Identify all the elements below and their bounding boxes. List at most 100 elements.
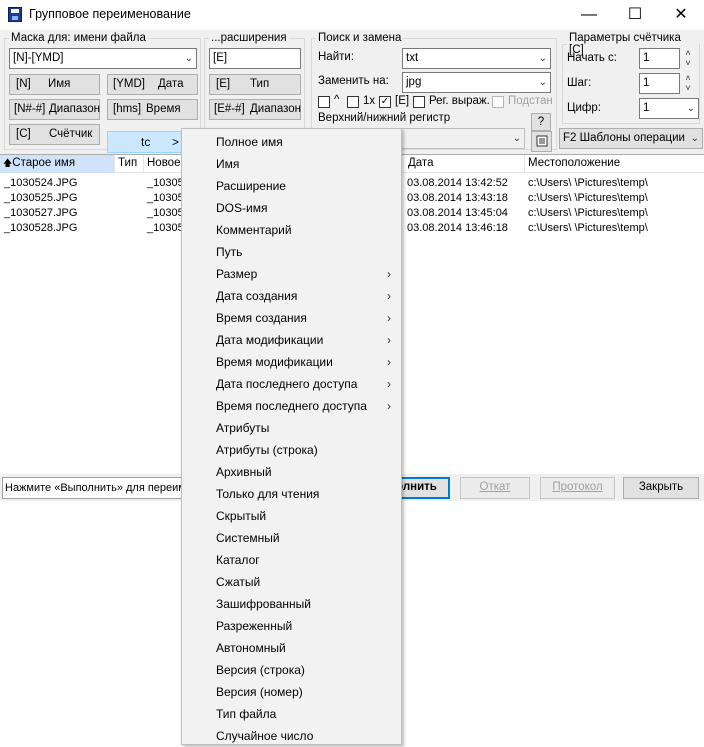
menu-item[interactable]: Время последнего доступа › <box>182 395 401 417</box>
submenu-arrow-icon: › <box>387 377 391 391</box>
help-icon: ? <box>537 116 545 128</box>
menu-item[interactable]: Размер › <box>182 263 401 285</box>
title-bar: Групповое переименование — ☐ ✕ <box>0 0 704 30</box>
table-row[interactable]: _1030525.JPG <box>4 191 77 206</box>
insert-name-label: Имя <box>48 78 71 90</box>
counter-start-input[interactable]: 1 <box>639 48 680 69</box>
column-new-name-label: Новое <box>147 157 181 169</box>
menu-item[interactable]: Имя <box>182 153 401 175</box>
chevron-down-icon[interactable]: ⌄ <box>691 129 699 148</box>
menu-item[interactable]: Время создания › <box>182 307 401 329</box>
menu-item[interactable]: Случайное число <box>182 725 401 747</box>
replace-combo[interactable]: jpg ⌄ <box>402 72 551 93</box>
chevron-down-icon[interactable]: ⌄ <box>513 129 521 148</box>
table-row[interactable]: _1030524.JPG <box>4 176 77 191</box>
extension-mask-legend: ...расширения <box>211 32 287 44</box>
menu-item[interactable]: Версия (номер) <box>182 681 401 703</box>
menu-item[interactable]: Дата создания › <box>182 285 401 307</box>
spin-icon[interactable]: ˄ ˅ <box>683 48 693 68</box>
substitute-checkbox[interactable] <box>492 96 504 108</box>
plugin-fields-button[interactable]: tc > <box>107 131 182 153</box>
row-date: 03.08.2014 13:43:18 <box>407 192 508 204</box>
table-row[interactable]: _1030527.JPG <box>4 206 77 221</box>
counter-digits-label: Цифр: <box>567 102 601 114</box>
menu-item[interactable]: Зашифрованный <box>182 593 401 615</box>
column-location[interactable]: Местоположение <box>525 155 704 173</box>
regex-label: Рег. выраж. <box>429 95 490 107</box>
menu-item[interactable]: Версия (строка) <box>182 659 401 681</box>
templates-icon-button[interactable] <box>531 131 552 152</box>
menu-item[interactable]: Атрибуты (строка) <box>182 439 401 461</box>
counter-digits-combo[interactable]: 1 ⌄ <box>639 98 699 119</box>
menu-item-label: Автономный <box>216 641 286 655</box>
regex-checkbox[interactable] <box>413 96 425 108</box>
spin-icon[interactable]: ˄ ˅ <box>683 73 693 93</box>
menu-item[interactable]: Каталог <box>182 549 401 571</box>
insert-ext-button[interactable]: [E] Тип <box>209 74 301 95</box>
column-date[interactable]: Дата <box>405 155 525 173</box>
menu-item[interactable]: Только для чтения <box>182 483 401 505</box>
menu-item[interactable]: Автономный <box>182 637 401 659</box>
find-combo[interactable]: txt ⌄ <box>402 48 551 69</box>
menu-item-label: Только для чтения <box>216 487 320 501</box>
column-type[interactable]: Тип <box>115 155 144 173</box>
counter-step-label: Шаг: <box>567 77 592 89</box>
menu-item[interactable]: Полное имя <box>182 131 401 153</box>
insert-date-code: [YMD] <box>113 78 145 90</box>
menu-item[interactable]: Скрытый <box>182 505 401 527</box>
menu-item[interactable]: Атрибуты <box>182 417 401 439</box>
close-window-button[interactable]: ✕ <box>658 0 704 30</box>
row-location: c:\Users\ \Pictures\temp\ <box>528 177 648 189</box>
insert-ext-range-button[interactable]: [E#-#] Диапазон <box>209 99 301 120</box>
insert-time-label: Время <box>146 103 181 115</box>
menu-item[interactable]: Путь <box>182 241 401 263</box>
caret-checkbox[interactable] <box>318 96 330 108</box>
chevron-down-icon[interactable]: ⌄ <box>687 99 695 118</box>
menu-item[interactable]: Разреженный <box>182 615 401 637</box>
insert-counter-button[interactable]: [C] Счётчик <box>9 124 100 145</box>
maximize-button[interactable]: ☐ <box>612 0 658 30</box>
templates-combo[interactable]: F2 Шаблоны операции ⌄ <box>559 128 703 149</box>
insert-range-button[interactable]: [N#-#] Диапазон <box>9 99 100 120</box>
replace-value: jpg <box>406 76 422 88</box>
menu-item-label: Время создания <box>216 311 307 325</box>
menu-item[interactable]: Сжатый <box>182 571 401 593</box>
menu-item[interactable]: Дата последнего доступа › <box>182 373 401 395</box>
menu-item[interactable]: Системный <box>182 527 401 549</box>
menu-item-label: Дата модификации <box>216 333 324 347</box>
counter-step-input[interactable]: 1 <box>639 73 680 94</box>
menu-item[interactable]: Дата модификации › <box>182 329 401 351</box>
menu-item[interactable]: Архивный <box>182 461 401 483</box>
insert-name-button[interactable]: [N] Имя <box>9 74 100 95</box>
ext-label: [E] <box>395 95 410 107</box>
insert-time-button[interactable]: [hms] Время <box>107 99 198 120</box>
menu-item[interactable]: DOS-имя <box>182 197 401 219</box>
ext-checkbox[interactable]: ✓ <box>379 96 391 108</box>
insert-ext-range-code: [E#-#] <box>214 103 245 115</box>
menu-item[interactable]: Время модификации › <box>182 351 401 373</box>
column-date-label: Дата <box>408 157 434 169</box>
menu-item-label: Сжатый <box>216 575 261 589</box>
chevron-down-icon[interactable]: ⌄ <box>539 73 547 92</box>
menu-item[interactable]: Тип файла <box>182 703 401 725</box>
minimize-button[interactable]: — <box>566 0 612 30</box>
chevron-down-icon[interactable]: ⌄ <box>539 49 547 68</box>
templates-icon <box>536 135 547 147</box>
table-row[interactable]: _1030528.JPG <box>4 221 77 236</box>
undo-button[interactable]: Откат <box>460 477 530 499</box>
menu-item[interactable]: Расширение <box>182 175 401 197</box>
extension-mask-input[interactable]: [E] <box>209 48 301 69</box>
help-button[interactable]: ? <box>531 113 551 131</box>
once-label: 1x <box>363 95 376 107</box>
sort-up-icon: 🡅 <box>3 158 13 168</box>
close-button[interactable]: Закрыть <box>623 477 699 499</box>
log-button[interactable]: Протокол <box>540 477 615 499</box>
insert-ext-range-label: Диапазон <box>250 103 301 115</box>
column-old-name[interactable]: 🡅Старое имя <box>0 155 115 173</box>
filename-mask-combo[interactable]: [N]-[YMD] ⌄ <box>9 48 197 69</box>
menu-item[interactable]: Комментарий <box>182 219 401 241</box>
chevron-down-icon[interactable]: ⌄ <box>185 49 193 68</box>
insert-date-button[interactable]: [YMD] Дата <box>107 74 198 95</box>
row-new-name: _10305 <box>147 177 184 189</box>
once-checkbox[interactable] <box>347 96 359 108</box>
